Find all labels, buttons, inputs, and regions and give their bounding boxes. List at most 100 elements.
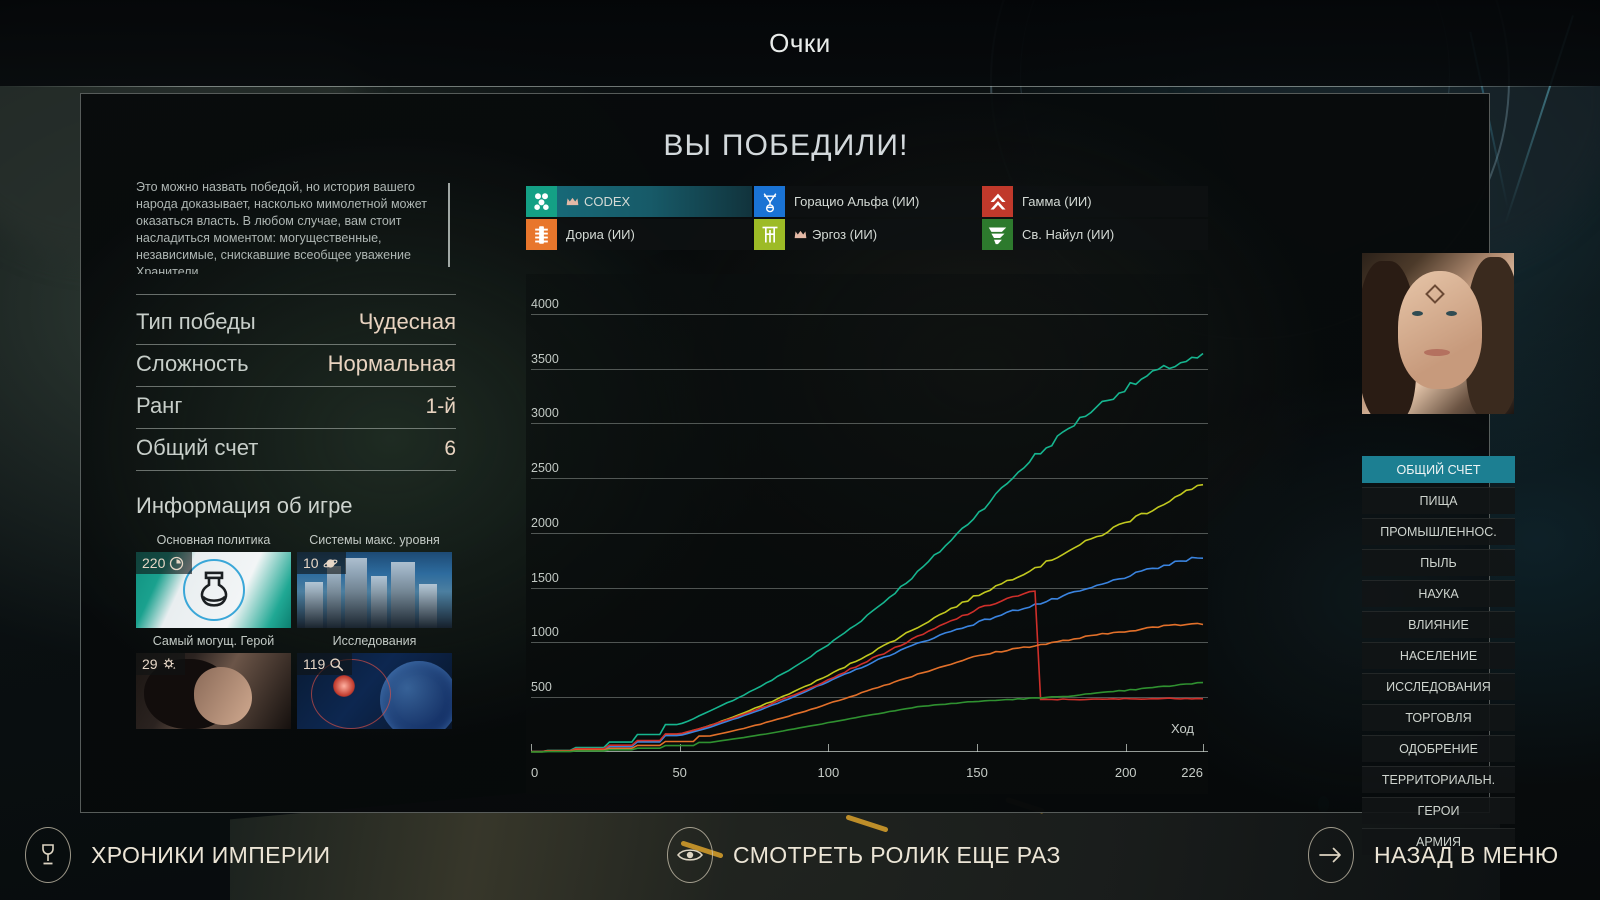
planet-icon <box>323 558 338 568</box>
faction-name: Св. Найул (ИИ) <box>1022 227 1115 242</box>
faction-name: Гамма (ИИ) <box>1022 194 1092 209</box>
card-max-level-systems[interactable]: 10 <box>297 552 452 628</box>
chart-line-2 <box>531 556 1204 753</box>
card-main-politics[interactable]: 220 <box>136 552 291 628</box>
trophy-icon <box>25 827 71 883</box>
avatar-eye <box>1412 311 1423 316</box>
card-badge: 119 <box>297 653 353 675</box>
horatio-icon <box>754 186 785 217</box>
research-core <box>333 675 355 697</box>
clock-icon <box>170 556 184 570</box>
chart-line-1 <box>531 483 1204 753</box>
crown-icon <box>794 230 807 239</box>
faction-grid: CODEX Горацио Альфа (ИИ) Гамма (ИИ) Дориа (… <box>526 186 1208 250</box>
game-info-title: Информация об игре <box>136 493 353 518</box>
victory-description: Это можно назвать победой, но история ва… <box>136 180 427 274</box>
card-badge: 220 <box>136 552 193 574</box>
chevron-up-icon <box>982 186 1013 217</box>
crown-icon <box>566 197 579 206</box>
arrow-right-icon <box>1308 827 1354 883</box>
sidebar-item-4[interactable]: НАУКА <box>1362 580 1515 607</box>
faction-row[interactable]: Дориа (ИИ) <box>526 219 752 250</box>
card-badge-value: 10 <box>303 555 319 571</box>
bottom-action-bar: ХРОНИКИ ИМПЕРИИ СМОТРЕТЬ РОЛИК ЕЩЕ РАЗ Н… <box>0 810 1600 900</box>
faction-name: Эргоз (ИИ) <box>812 227 878 242</box>
faction-name: Горацио Альфа (ИИ) <box>794 194 920 209</box>
chart-plot-area: 500 1000 1500 2000 2500 3000 3500 4000 0 50 100 150… <box>526 274 1208 794</box>
card-badge-value: 29 <box>142 656 158 672</box>
replay-cinematic-button[interactable]: СМОТРЕТЬ РОЛИК ЕЩЕ РАЗ <box>667 827 1061 883</box>
stat-value: 6 <box>444 437 456 460</box>
card-label: Самый могущ. Герой <box>152 634 275 648</box>
stat-label: Ранг <box>136 393 183 418</box>
stat-row: Ранг 1-й <box>136 387 456 429</box>
screen-root: Очки ВЫ ПОБЕДИЛИ! Это можно назвать побе… <box>0 0 1600 900</box>
stat-label: Общий счет <box>136 435 259 460</box>
back-to-menu-label: НАЗАД В МЕНЮ <box>1374 841 1559 868</box>
stat-value: Чудесная <box>358 309 456 334</box>
header-divider <box>0 86 1600 87</box>
victory-description-box[interactable]: Это можно назвать победой, но история ва… <box>136 179 456 274</box>
faction-name: Дориа (ИИ) <box>566 227 635 242</box>
chronicles-label: ХРОНИКИ ИМПЕРИИ <box>91 841 331 868</box>
card-research[interactable]: 119 <box>297 653 452 729</box>
game-info-cards: Основная политика Системы макс. уровня 2… <box>136 527 456 729</box>
chart-series-layer <box>531 352 1204 753</box>
faction-row[interactable]: Св. Найул (ИИ) <box>982 219 1208 250</box>
faction-row[interactable]: Эргоз (ИИ) <box>754 219 980 250</box>
faction-row[interactable]: Гамма (ИИ) <box>982 186 1208 217</box>
faction-row[interactable]: CODEX <box>526 186 752 217</box>
faction-row[interactable]: Горацио Альфа (ИИ) <box>754 186 980 217</box>
sidebar-item-2[interactable]: ПРОМЫШЛЕННОС. <box>1362 518 1515 545</box>
page-title: Очки <box>769 28 831 58</box>
replay-cinematic-label: СМОТРЕТЬ РОЛИК ЕЩЕ РАЗ <box>733 841 1061 868</box>
card-most-powerful-hero[interactable]: 29 <box>136 653 291 729</box>
card-label: Системы макс. уровня <box>309 533 440 547</box>
description-scrollbar[interactable] <box>448 183 450 267</box>
stat-row: Тип победы Чудесная <box>136 294 456 345</box>
card-label: Основная политика <box>156 533 271 547</box>
x-axis-title: Ход <box>1170 721 1194 736</box>
ladder-icon <box>526 219 557 250</box>
back-to-menu-button[interactable]: НАЗАД В МЕНЮ <box>1308 827 1559 883</box>
sidebar-item-1[interactable]: ПИЩА <box>1362 487 1515 514</box>
sidebar-item-3[interactable]: ПЫЛЬ <box>1362 549 1515 576</box>
sidebar-item-0[interactable]: ОБЩИЙ СЧЕТ <box>1362 456 1515 483</box>
avatar-mouth <box>1424 349 1450 356</box>
avatar <box>1362 253 1514 414</box>
stat-label: Тип победы <box>136 309 256 334</box>
eye-icon <box>667 827 713 883</box>
summary-column: Это можно назвать победой, но история ва… <box>136 179 456 729</box>
sidebar-item-7[interactable]: ИССЛЕДОВАНИЯ <box>1362 673 1515 700</box>
stat-category-menu: ОБЩИЙ СЧЕТ ПИЩА ПРОМЫШЛЕННОС. ПЫЛЬ НАУКА ВЛИЯ… <box>1362 456 1515 859</box>
flower-cluster-icon <box>526 186 557 217</box>
faction-legend: CODEX Горацио Альфа (ИИ) Гамма (ИИ) Дориа (… <box>526 186 1208 250</box>
results-panel: ВЫ ПОБЕДИЛИ! Это можно назвать победой, … <box>80 93 1515 855</box>
victory-headline: ВЫ ПОБЕДИЛИ! <box>663 129 909 162</box>
pillar-icon <box>754 219 785 250</box>
sidebar-item-8[interactable]: ТОРГОВЛЯ <box>1362 704 1515 731</box>
hero-star-icon <box>163 657 175 669</box>
card-badge-value: 220 <box>142 555 166 571</box>
stat-value: 1-й <box>425 395 456 418</box>
sidebar-item-6[interactable]: НАСЕЛЕНИЕ <box>1362 642 1515 669</box>
card-badge: 10 <box>297 552 346 574</box>
sidebar-item-5[interactable]: ВЛИЯНИЕ <box>1362 611 1515 638</box>
serpent-icon <box>982 219 1013 250</box>
faction-name: CODEX <box>584 194 631 209</box>
chronicles-button[interactable]: ХРОНИКИ ИМПЕРИИ <box>25 827 331 883</box>
sidebar-item-9[interactable]: ОДОБРЕНИЕ <box>1362 735 1515 762</box>
stat-label: Сложность <box>136 351 249 376</box>
card-badge-value: 119 <box>303 656 326 672</box>
stat-row: Общий счет 6 <box>136 429 456 471</box>
flask-icon <box>200 571 227 607</box>
score-chart[interactable]: 500 1000 1500 2000 2500 3000 3500 4000 0 50 100 150… <box>526 274 1208 794</box>
summary-stats: Тип победы Чудесная Сложность Нормальная… <box>136 294 456 471</box>
stat-value: Нормальная <box>327 351 456 376</box>
sidebar-item-10[interactable]: ТЕРРИТОРИАЛЬН. <box>1362 766 1515 793</box>
hero-face <box>194 667 252 725</box>
card-label: Исследования <box>332 634 417 648</box>
avatar-eye <box>1446 311 1457 316</box>
magnifier-icon <box>330 657 344 671</box>
chart-line-4 <box>531 622 1204 753</box>
